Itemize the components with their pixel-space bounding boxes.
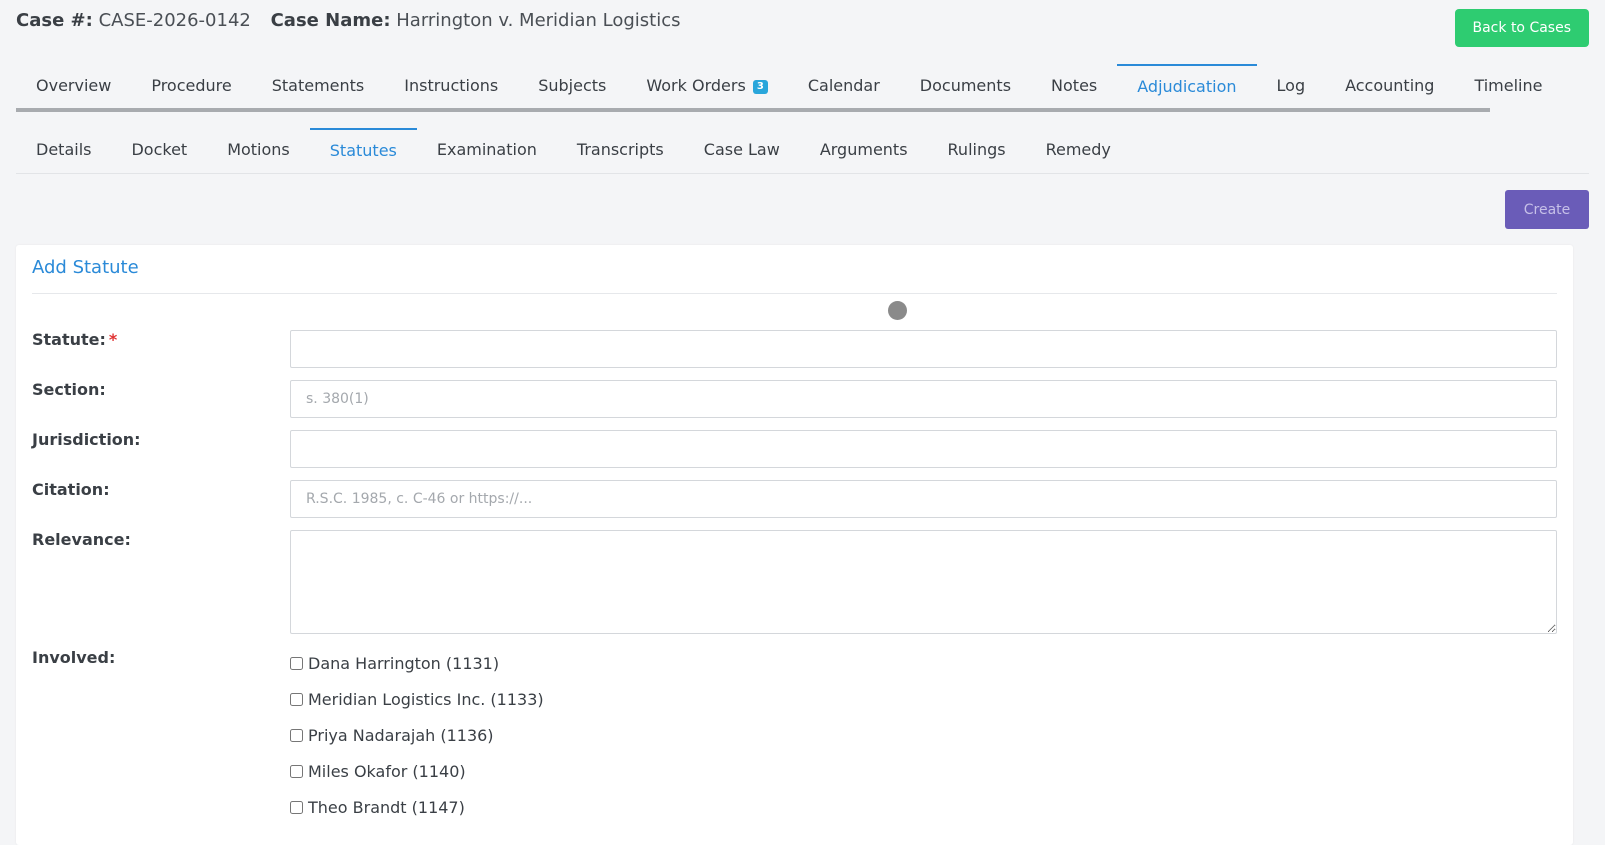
tab-overview[interactable]: Overview (16, 64, 131, 108)
case-header: Case #: CASE-2026-0142 Case Name: Harrin… (16, 8, 695, 34)
tab-label: Adjudication (1137, 77, 1237, 96)
create-button[interactable]: Create (1505, 190, 1589, 229)
involved-checkbox[interactable] (290, 764, 303, 778)
work-orders-count-badge: 3 (752, 80, 768, 94)
tab-label: Log (1276, 76, 1306, 95)
required-marker: * (108, 330, 118, 349)
citation-input[interactable] (290, 480, 1557, 518)
relevance-label: Relevance: (32, 530, 131, 549)
involved-item[interactable]: Dana Harrington (1131) (290, 645, 544, 681)
tab-label: Overview (36, 76, 112, 95)
involved-item-label: Dana Harrington (1131) (308, 653, 500, 673)
involved-checkbox[interactable] (290, 656, 303, 670)
tab-work-orders[interactable]: Work Orders 3 (626, 64, 787, 108)
subtab-remedy[interactable]: Remedy (1026, 128, 1131, 172)
loading-indicator-icon (888, 301, 907, 320)
tab-instructions[interactable]: Instructions (384, 64, 518, 108)
tab-log[interactable]: Log (1257, 64, 1326, 108)
case-name: Harrington v. Meridian Logistics (396, 10, 681, 31)
tab-calendar[interactable]: Calendar (788, 64, 900, 108)
involved-checkbox[interactable] (290, 800, 303, 814)
tab-label: Procedure (151, 76, 232, 95)
involved-item-label: Meridian Logistics Inc. (1133) (308, 689, 544, 709)
tab-label: Statements (271, 76, 365, 95)
subtab-examination[interactable]: Examination (417, 128, 557, 172)
tab-timeline[interactable]: Timeline (1454, 64, 1562, 108)
statute-label: Statute: * (32, 330, 117, 349)
case-name-label: Case Name: (270, 10, 391, 31)
tab-label: Calendar (807, 76, 880, 95)
subtab-arguments[interactable]: Arguments (800, 128, 928, 172)
involved-checkbox[interactable] (290, 692, 303, 706)
card-divider (32, 293, 1557, 294)
section-label: Section: (32, 380, 106, 399)
card-title: Add Statute (32, 257, 139, 278)
involved-item-label: Theo Brandt (1147) (308, 797, 465, 817)
tab-adjudication[interactable]: Adjudication (1117, 64, 1257, 108)
relevance-textarea[interactable] (290, 530, 1557, 634)
tab-subjects[interactable]: Subjects (518, 64, 626, 108)
sub-tab-bar: Details Docket Motions Statutes Examinat… (16, 128, 1589, 174)
subtab-case-law[interactable]: Case Law (684, 128, 800, 172)
subtab-transcripts[interactable]: Transcripts (557, 128, 684, 172)
back-to-cases-button[interactable]: Back to Cases (1454, 9, 1589, 47)
section-input[interactable] (290, 380, 1557, 418)
tab-label: Subjects (538, 76, 607, 95)
involved-item[interactable]: Theo Brandt (1147) (290, 789, 544, 825)
tab-label: Timeline (1474, 76, 1543, 95)
involved-item-label: Priya Nadarajah (1136) (308, 725, 494, 745)
subtab-motions[interactable]: Motions (207, 128, 310, 172)
tab-procedure[interactable]: Procedure (131, 64, 251, 108)
case-number-label: Case #: (16, 10, 93, 31)
tab-statements[interactable]: Statements (252, 64, 385, 108)
tab-label: Documents (919, 76, 1012, 95)
involved-item-label: Miles Okafor (1140) (308, 761, 466, 781)
tab-label: Work Orders (646, 76, 746, 95)
citation-label: Citation: (32, 480, 110, 499)
involved-item[interactable]: Meridian Logistics Inc. (1133) (290, 681, 544, 717)
tab-notes[interactable]: Notes (1031, 64, 1117, 108)
statute-input[interactable] (290, 330, 1557, 368)
subtab-docket[interactable]: Docket (111, 128, 207, 172)
statute-label-text: Statute: (32, 330, 106, 349)
jurisdiction-input[interactable] (290, 430, 1557, 468)
tab-documents[interactable]: Documents (900, 64, 1031, 108)
involved-item[interactable]: Priya Nadarajah (1136) (290, 717, 544, 753)
involved-checkbox[interactable] (290, 728, 303, 742)
tab-accounting[interactable]: Accounting (1325, 64, 1454, 108)
subtab-statutes[interactable]: Statutes (309, 128, 417, 172)
tab-label: Accounting (1345, 76, 1435, 95)
main-tab-bar: Overview Procedure Statements Instructio… (16, 64, 1542, 112)
tab-label: Notes (1051, 76, 1098, 95)
involved-checklist: Dana Harrington (1131) Meridian Logistic… (290, 645, 544, 825)
involved-item[interactable]: Miles Okafor (1140) (290, 753, 544, 789)
tab-label: Instructions (404, 76, 499, 95)
jurisdiction-label: Jurisdiction: (32, 430, 141, 449)
subtab-rulings[interactable]: Rulings (928, 128, 1026, 172)
involved-label: Involved: (32, 648, 116, 667)
subtab-details[interactable]: Details (16, 128, 111, 172)
add-statute-card: Add Statute Statute:* Section: Jurisdict… (16, 245, 1573, 845)
case-number: CASE-2026-0142 (98, 10, 251, 31)
